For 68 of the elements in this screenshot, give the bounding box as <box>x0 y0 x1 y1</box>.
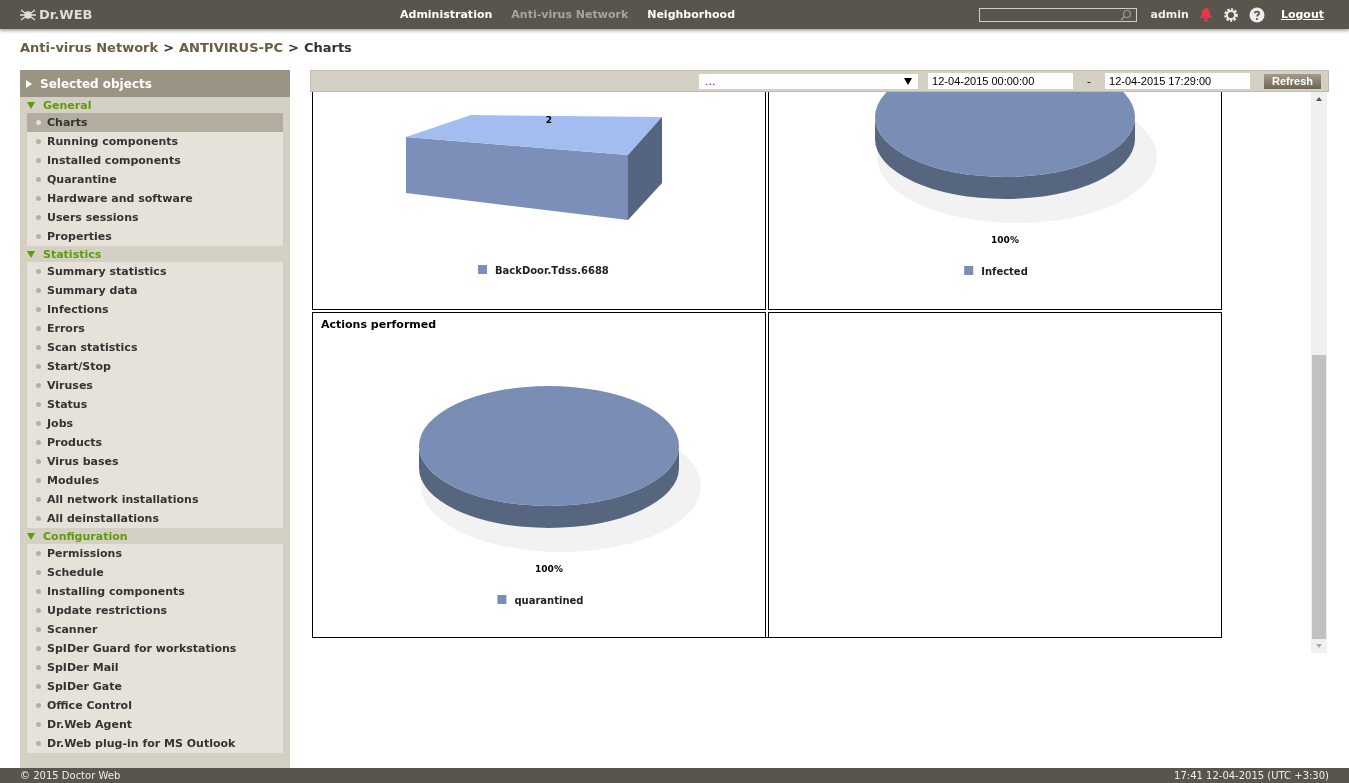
sidebar-item[interactable]: Summary data <box>27 281 283 300</box>
nav-tab[interactable]: Neighborhood <box>647 8 736 21</box>
legend-swatch <box>478 265 487 274</box>
collapse-icon <box>27 102 35 109</box>
data-label: 100% <box>991 235 1019 245</box>
collapse-icon <box>27 251 35 258</box>
data-label: 100% <box>535 564 563 574</box>
sidebar-item[interactable]: SpIDer Gate <box>27 677 283 696</box>
date-to-field[interactable]: 12-04-2015 17:29:00 <box>1105 73 1251 89</box>
date-separator: - <box>1086 74 1093 88</box>
sidebar-item[interactable]: Virus bases <box>27 452 283 471</box>
sidebar-item[interactable]: Quarantine <box>27 170 283 189</box>
sidebar-item[interactable]: Modules <box>27 471 283 490</box>
breadcrumb-link[interactable]: ANTIVIRUS-PC <box>179 40 283 58</box>
sidebar-item[interactable]: Hardware and software <box>27 189 283 208</box>
breadcrumb-link[interactable]: Anti-virus Network <box>20 40 159 58</box>
date-time: 17:41 12-04-2015 (UTC +3:30) <box>1174 770 1329 781</box>
sidebar-item[interactable]: Properties <box>27 227 283 246</box>
date-from-field[interactable]: 12-04-2015 00:00:00 <box>928 73 1074 89</box>
chart-title: Actions performed <box>320 317 438 331</box>
help-icon[interactable] <box>1248 6 1265 23</box>
sidebar-item[interactable]: Start/Stop <box>27 357 283 376</box>
sidebar-item[interactable]: Installed components <box>27 151 283 170</box>
sidebar-item[interactable]: Running components <box>27 132 283 151</box>
sidebar-item[interactable]: Scan statistics <box>27 338 283 357</box>
legend-swatch <box>964 266 974 275</box>
username: admin <box>1150 8 1189 21</box>
expand-icon <box>26 79 32 88</box>
sidebar-item[interactable]: Infections <box>27 300 283 319</box>
sidebar-item[interactable]: Summary statistics <box>27 262 283 281</box>
breadcrumb-separator: > <box>288 40 299 57</box>
period-dropdown[interactable]: ... <box>699 73 919 89</box>
sidebar-item[interactable]: Dr.Web Agent <box>27 715 283 734</box>
sidebar-item[interactable]: Dr.Web plug-in for MS Outlook <box>27 734 283 753</box>
sidebar-item[interactable]: Charts <box>27 113 283 132</box>
copyright-text: © 2015 Doctor Web <box>20 770 121 781</box>
sidebar-item[interactable]: All deinstallations <box>27 509 283 528</box>
nav-tab[interactable]: Administration <box>400 8 493 21</box>
legend-swatch <box>497 595 507 604</box>
settings-icon[interactable] <box>1222 6 1239 23</box>
logout-link[interactable]: Logout <box>1280 8 1324 21</box>
legend-label: Infected <box>981 266 1028 277</box>
logo-text: Dr.WEB <box>39 7 93 22</box>
sidebar-item[interactable]: SpIDer Guard for workstations <box>27 639 283 658</box>
scrollbar[interactable] <box>1311 92 1327 653</box>
sidebar-item[interactable]: Viruses <box>27 376 283 395</box>
sidebar-item[interactable]: Schedule <box>27 563 283 582</box>
legend-label: BackDoor.Tdss.6688 <box>495 265 609 276</box>
search-field[interactable] <box>978 7 1137 22</box>
legend-label: quarantined <box>514 595 584 606</box>
sidebar-item[interactable]: Jobs <box>27 414 283 433</box>
breadcrumb-separator: > <box>163 40 175 57</box>
sidebar-item[interactable]: Status <box>27 395 283 414</box>
sidebar-item[interactable]: Installing components <box>27 582 283 601</box>
search-icon <box>1119 8 1132 21</box>
sidebar-item[interactable]: Errors <box>27 319 283 338</box>
refresh-button[interactable]: Refresh <box>1264 73 1321 89</box>
sidebar-item[interactable]: Permissions <box>27 544 283 563</box>
sidebar-item[interactable]: Scanner <box>27 620 283 639</box>
sidebar-item[interactable]: SpIDer Mail <box>27 658 283 677</box>
spider-logo-icon <box>20 8 36 21</box>
sidebar-item[interactable]: Products <box>27 433 283 452</box>
data-label: 2 <box>545 115 553 125</box>
sidebar-item[interactable]: Office Control <box>27 696 283 715</box>
sidebar-item[interactable]: All network installations <box>27 490 283 509</box>
sidebar-item[interactable]: Users sessions <box>27 208 283 227</box>
collapse-icon <box>27 533 35 540</box>
sidebar-item[interactable]: Update restrictions <box>27 601 283 620</box>
